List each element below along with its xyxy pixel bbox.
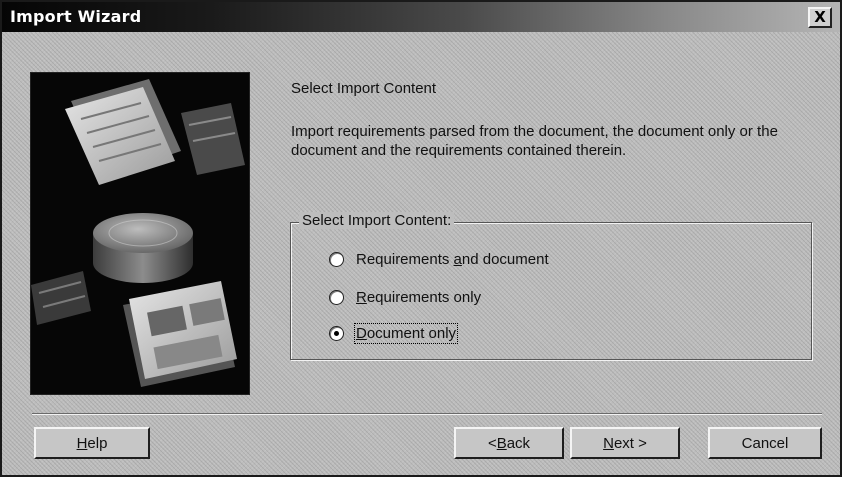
label-document-only: Document only — [353, 322, 459, 344]
bottom-documents-graphic — [31, 271, 237, 387]
option-document-only[interactable]: Document only — [329, 322, 459, 344]
close-icon: X — [814, 8, 826, 26]
wizard-side-image — [30, 72, 250, 395]
radio-requirements-only[interactable] — [329, 289, 344, 305]
help-button[interactable]: Help — [34, 427, 150, 459]
groupbox-label: Select Import Content: — [299, 212, 455, 229]
option-requirements-and-document[interactable]: Requirements and document — [329, 248, 549, 270]
title-bar[interactable]: Import Wizard X — [2, 2, 840, 32]
next-button[interactable]: Next > — [570, 427, 680, 459]
import-content-groupbox: Select Import Content: Requirements and … — [290, 212, 812, 360]
radio-document-only[interactable] — [329, 325, 344, 341]
label-requirements-only: Requirements only — [356, 288, 482, 306]
close-button[interactable]: X — [808, 7, 832, 28]
button-separator — [32, 413, 822, 415]
documents-database-illustration — [31, 79, 245, 387]
page-heading: Select Import Content — [291, 80, 437, 97]
radio-requirements-and-document[interactable] — [329, 251, 344, 267]
database-disk-graphic — [93, 213, 193, 283]
option-requirements-only[interactable]: Requirements only — [329, 286, 481, 308]
page-description: Import requirements parsed from the docu… — [291, 123, 778, 159]
cancel-button[interactable]: Cancel — [708, 427, 822, 459]
window-title: Import Wizard — [10, 7, 142, 26]
label-requirements-and-document: Requirements and document — [356, 250, 549, 268]
back-button[interactable]: < Back — [454, 427, 564, 459]
top-documents-graphic — [65, 79, 245, 185]
import-wizard-dialog: Import Wizard X Select Import Content Im… — [0, 0, 842, 477]
